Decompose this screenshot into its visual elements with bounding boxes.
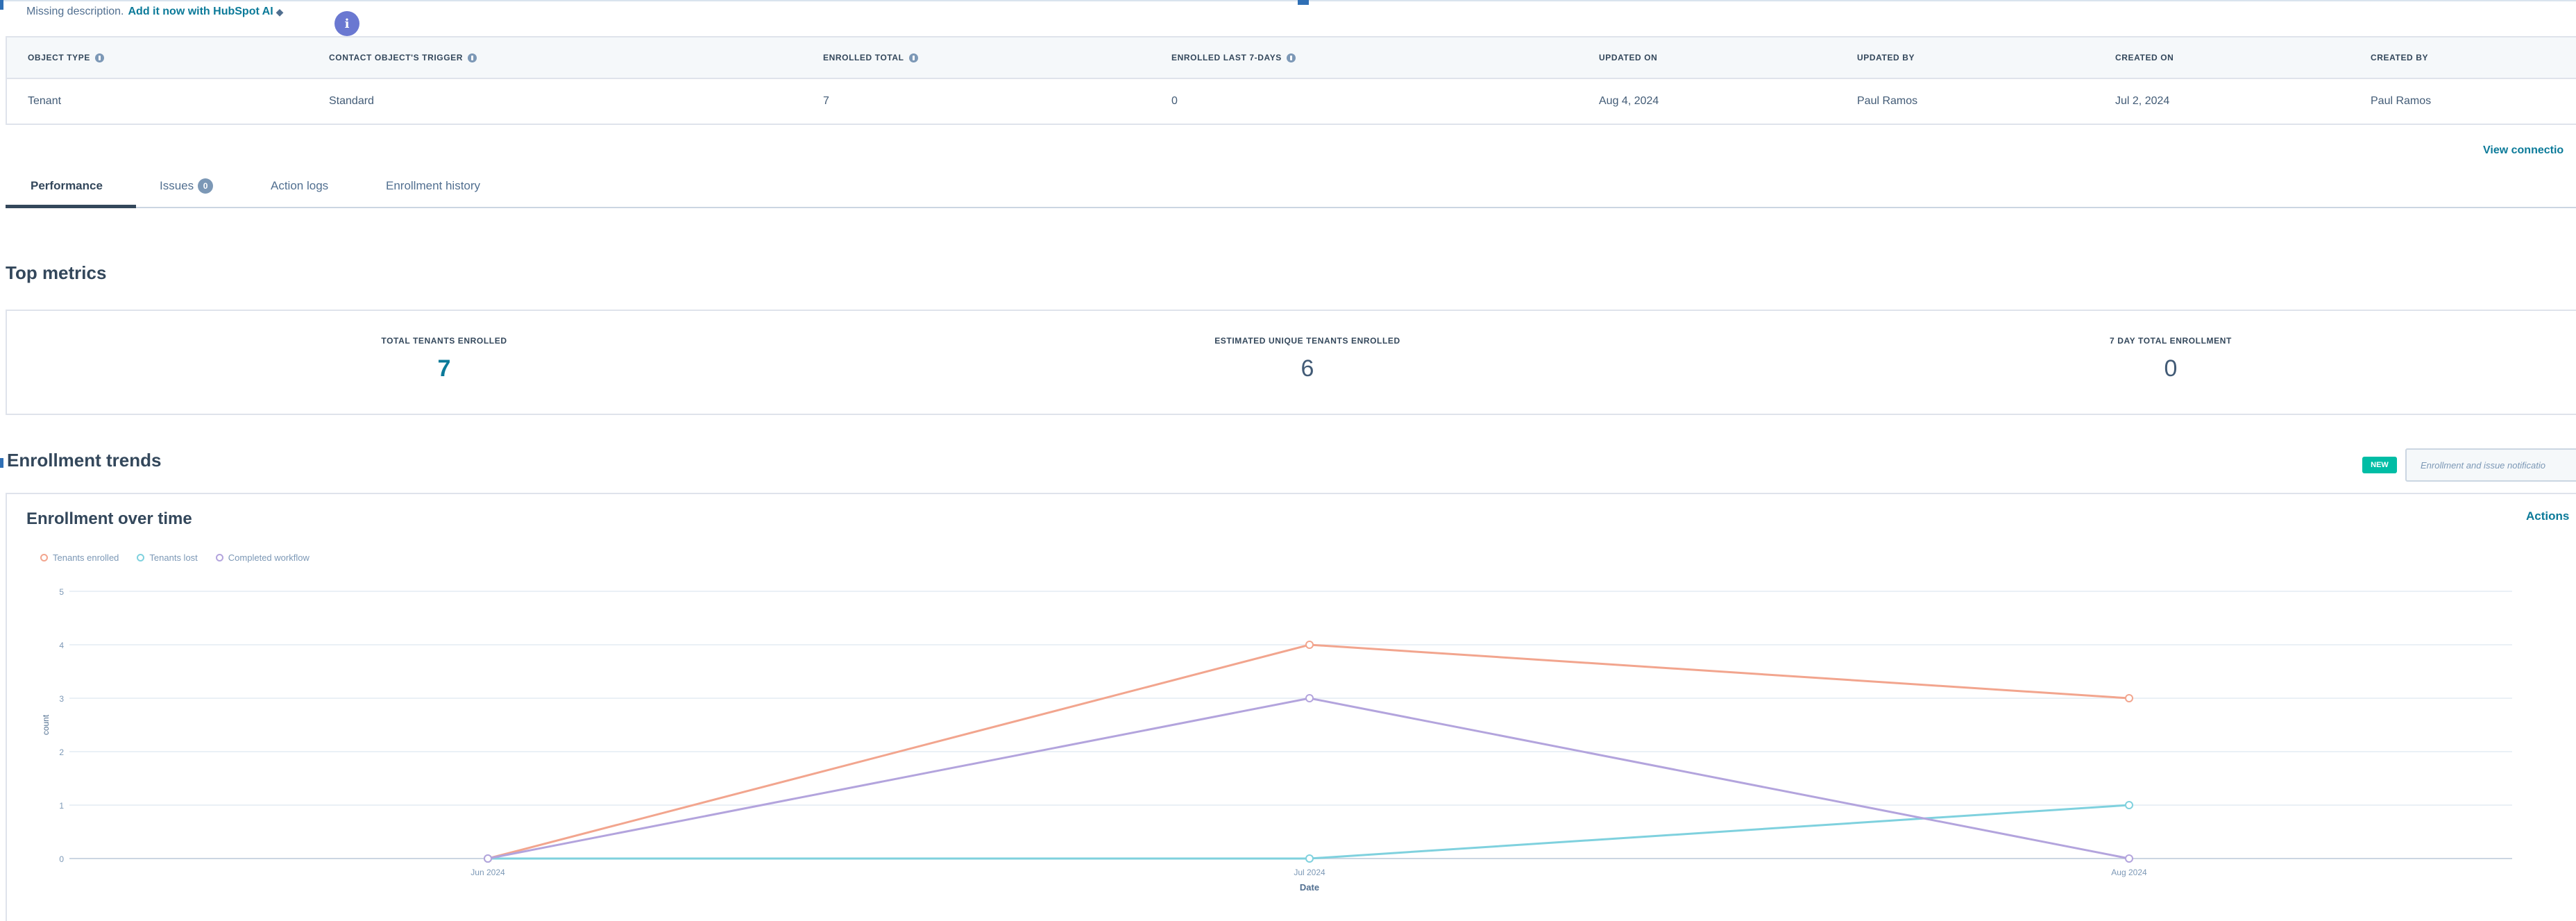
value-created-by: Paul Ramos — [2371, 95, 2432, 107]
x-tick-label: Jul 2024 — [1294, 868, 1325, 877]
header-updated-by: UPDATED BY — [1857, 53, 1915, 62]
enrollment-notifications-input[interactable] — [2405, 448, 2576, 482]
y-tick-label: 1 — [59, 801, 64, 811]
header-updated-on: UPDATED ON — [1599, 53, 1658, 62]
y-tick-label: 4 — [59, 641, 64, 650]
help-icon[interactable] — [908, 53, 918, 62]
value-created-on: Jul 2, 2024 — [2115, 95, 2170, 107]
metric-label: ESTIMATED UNIQUE TENANTS ENROLLED — [1214, 336, 1400, 346]
data-point — [1305, 641, 1314, 649]
chart-title: Enrollment over time — [26, 509, 192, 528]
value-enrolled-total: 7 — [823, 95, 829, 107]
legend-dot — [137, 554, 145, 561]
data-point — [2125, 801, 2133, 809]
issues-count-badge: 0 — [198, 178, 214, 194]
x-tick-label: Jun 2024 — [471, 868, 505, 877]
legend-item-tenants-enrolled[interactable]: Tenants enrolled — [40, 552, 119, 563]
header-contact-trigger: CONTACT OBJECT'S TRIGGER — [329, 37, 477, 78]
metric-value: 6 — [1300, 355, 1314, 382]
y-tick-label: 0 — [59, 854, 64, 864]
legend-item-tenants-lost[interactable]: Tenants lost — [137, 552, 198, 563]
help-icon[interactable] — [1286, 53, 1296, 62]
tab-enrollment-history[interactable]: Enrollment history — [386, 165, 480, 207]
data-point — [2125, 854, 2133, 863]
info-icon[interactable]: i — [334, 11, 359, 36]
edge-marker — [1298, 0, 1309, 5]
header-enrolled-total: ENROLLED TOTAL — [823, 37, 918, 78]
properties-header-row: OBJECT TYPE CONTACT OBJECT'S TRIGGER ENR… — [7, 37, 2576, 79]
value-contact-trigger: Standard — [329, 95, 374, 107]
y-axis-label: count — [41, 714, 51, 735]
enrollment-trends-heading: Enrollment trends — [7, 450, 162, 471]
chart-legend: Tenants enrolled Tenants lost Completed … — [40, 552, 310, 563]
y-tick-label: 5 — [59, 587, 64, 597]
data-point — [1305, 854, 1314, 863]
x-tick-label: Aug 2024 — [2111, 868, 2147, 877]
top-metrics-card: TOTAL TENANTS ENROLLED 7 ESTIMATED UNIQU… — [6, 310, 2576, 415]
value-updated-by: Paul Ramos — [1857, 95, 1918, 107]
metric-total-tenants-enrolled: TOTAL TENANTS ENROLLED 7 — [236, 336, 652, 382]
value-enrolled-last-7-days: 0 — [1171, 95, 1178, 107]
legend-item-completed-workflow[interactable]: Completed workflow — [215, 552, 310, 563]
series-line-completed-workflow — [487, 697, 2130, 860]
tab-performance[interactable]: Performance — [31, 165, 103, 207]
header-created-by: CREATED BY — [2371, 53, 2429, 62]
help-icon[interactable] — [94, 53, 104, 62]
edge-marker — [0, 458, 3, 468]
header-object-type: OBJECT TYPE — [28, 37, 104, 78]
series-line-tenants-lost — [488, 804, 2130, 860]
edge-marker — [0, 0, 3, 10]
enrollment-line-chart: 0 1 2 3 4 5 count Jun 2024 Jul 2024 Aug 2024 Date — [41, 587, 2512, 893]
y-tick-label: 2 — [59, 747, 64, 757]
chart-actions-link[interactable]: Actions — [2526, 509, 2569, 523]
y-tick-label: 3 — [59, 694, 64, 704]
value-object-type: Tenant — [28, 95, 62, 107]
description-line: Missing description. Add it now with Hub… — [26, 6, 283, 18]
x-axis-label: Date — [1300, 882, 1319, 893]
sparkle-icon: ◆ — [276, 6, 284, 17]
metric-7-day-enrollment: 7 DAY TOTAL ENROLLMENT 0 — [1963, 336, 2379, 382]
properties-value-row: Tenant Standard 7 0 Aug 4, 2024 Paul Ram… — [7, 79, 2576, 124]
legend-dot — [215, 554, 223, 561]
value-updated-on: Aug 4, 2024 — [1599, 95, 1659, 107]
legend-dot — [40, 554, 48, 561]
metric-label: 7 DAY TOTAL ENROLLMENT — [2110, 336, 2232, 346]
view-connections-link[interactable]: View connectio — [2483, 144, 2564, 157]
help-icon[interactable] — [468, 53, 477, 62]
data-point — [484, 854, 492, 863]
metric-value: 0 — [2164, 355, 2178, 382]
data-point — [1305, 694, 1314, 702]
header-created-on: CREATED ON — [2115, 53, 2174, 62]
metric-label: TOTAL TENANTS ENROLLED — [381, 336, 507, 346]
missing-description-text: Missing description. — [26, 6, 124, 17]
metric-unique-tenants-enrolled: ESTIMATED UNIQUE TENANTS ENROLLED 6 — [1099, 336, 1516, 382]
tab-issues[interactable]: Issues 0 — [160, 165, 214, 207]
active-tab-indicator — [6, 205, 136, 208]
tab-action-logs[interactable]: Action logs — [271, 165, 328, 207]
new-badge: NEW — [2362, 457, 2397, 473]
top-border — [0, 0, 2576, 1]
top-metrics-heading: Top metrics — [6, 262, 107, 283]
data-point — [2125, 694, 2133, 702]
header-enrolled-last-7-days: ENROLLED LAST 7-DAYS — [1171, 37, 1296, 78]
tab-bar: Performance Issues 0 Action logs Enrollme… — [6, 165, 2576, 208]
metric-value[interactable]: 7 — [236, 355, 652, 382]
add-description-ai-link[interactable]: Add it now with HubSpot AI — [128, 6, 273, 18]
workflow-properties-table: OBJECT TYPE CONTACT OBJECT'S TRIGGER ENR… — [6, 36, 2576, 125]
